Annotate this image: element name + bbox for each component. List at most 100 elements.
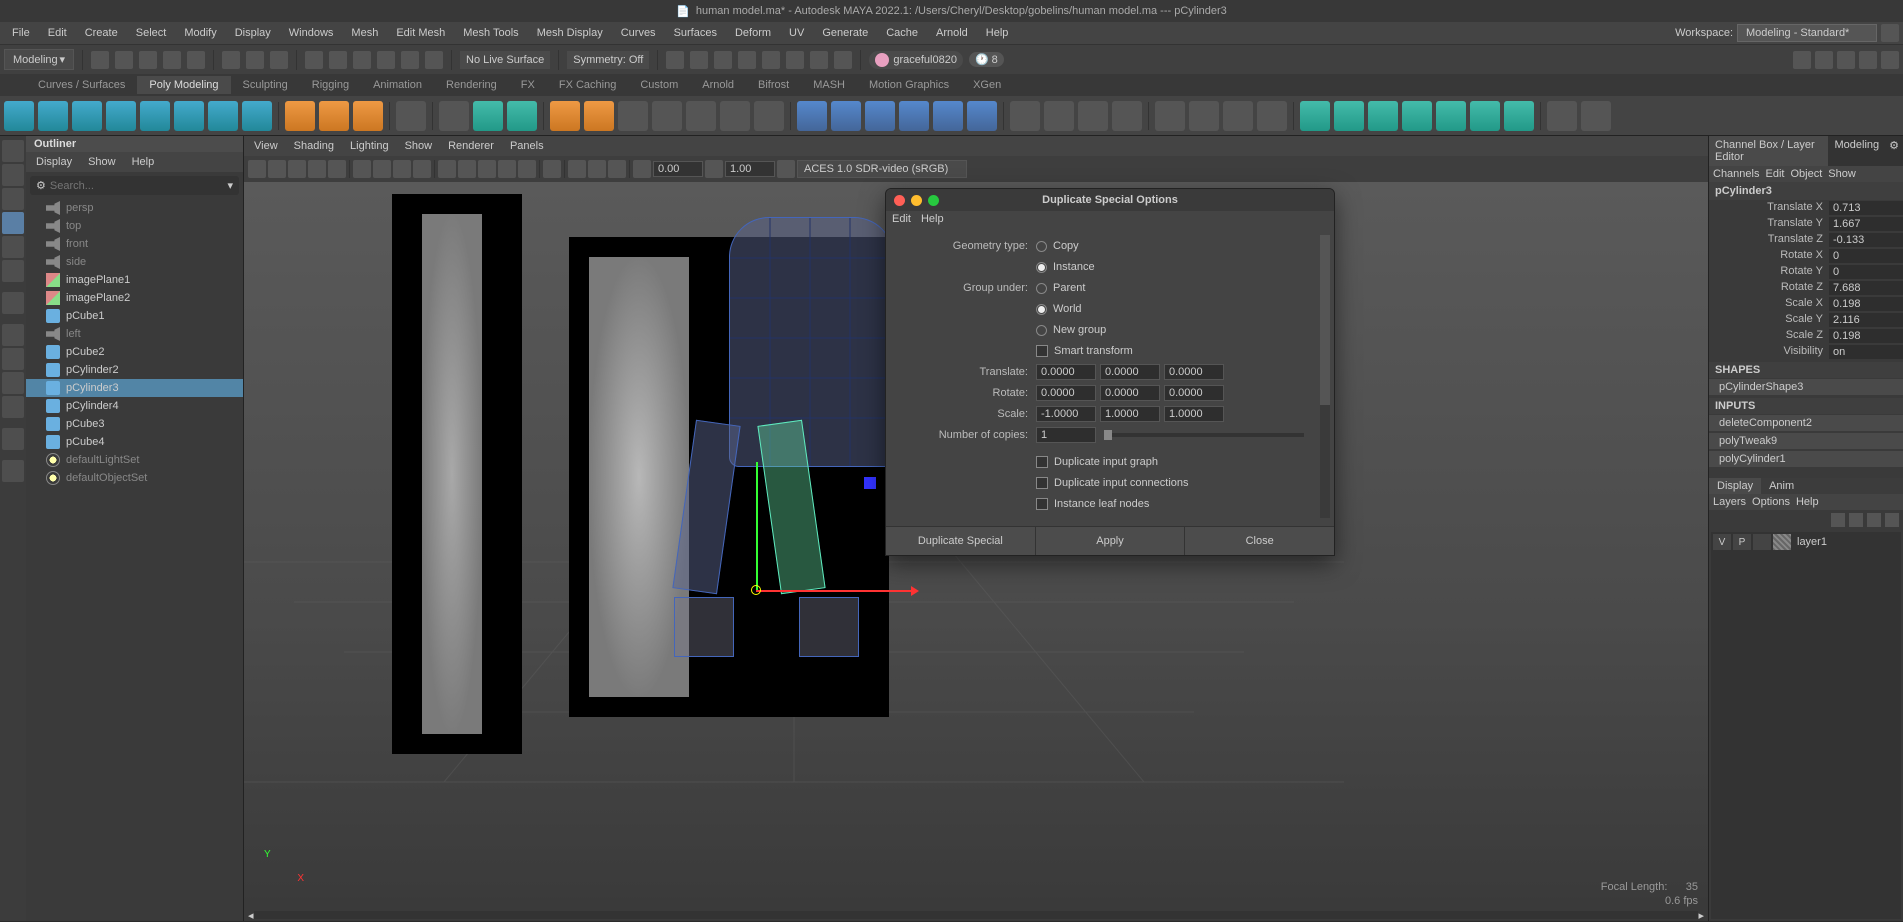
last-tool-icon[interactable] (2, 292, 24, 314)
window-close-icon[interactable] (894, 195, 905, 206)
attr-name[interactable]: Translate X (1709, 201, 1829, 215)
layer-display-type[interactable] (1753, 534, 1771, 550)
retopo-icon-3[interactable] (1368, 101, 1398, 131)
shelf-tab-curves[interactable]: Curves / Surfaces (26, 76, 137, 94)
attr-name[interactable]: Translate Y (1709, 217, 1829, 231)
retopo-icon-7[interactable] (1504, 101, 1534, 131)
menu-help[interactable]: Help (978, 25, 1017, 41)
gizmo-x-axis[interactable] (756, 590, 916, 592)
workspace-selector[interactable]: Modeling - Standard* (1737, 24, 1877, 42)
shelf-tab-xgen[interactable]: XGen (961, 76, 1013, 94)
menu-mesh[interactable]: Mesh (343, 25, 386, 41)
target-weld-icon[interactable] (1044, 101, 1074, 131)
channel-box-object-name[interactable]: pCylinder3 (1709, 182, 1903, 200)
checkbox-inst-leaf[interactable]: Instance leaf nodes (1036, 497, 1149, 511)
vp-menu-panels[interactable]: Panels (504, 138, 550, 154)
scale-tool-icon[interactable] (2, 260, 24, 282)
layer-new-selected-icon[interactable] (1885, 513, 1899, 527)
pause-icon[interactable] (834, 51, 852, 69)
radio-world[interactable]: World (1036, 302, 1082, 316)
menu-display[interactable]: Display (227, 25, 279, 41)
menu-create[interactable]: Create (77, 25, 126, 41)
select-tool-icon[interactable] (2, 140, 24, 162)
search-icon[interactable] (2, 460, 24, 482)
user-badge[interactable]: graceful0820 (869, 51, 963, 69)
layer-color-swatch[interactable] (1773, 534, 1791, 550)
slide-edge-icon[interactable] (1257, 101, 1287, 131)
menu-generate[interactable]: Generate (814, 25, 876, 41)
type-icon[interactable] (319, 101, 349, 131)
snap-point-icon[interactable] (353, 51, 371, 69)
poly-sphere-icon[interactable] (4, 101, 34, 131)
append-icon[interactable] (933, 101, 963, 131)
translate-y[interactable]: 0.0000 (1100, 364, 1160, 380)
input-node-1[interactable]: polyTweak9 (1709, 433, 1903, 449)
shaded-icon[interactable] (458, 160, 476, 178)
attr-name[interactable]: Rotate X (1709, 249, 1829, 263)
tab-modeling-toolkit[interactable]: Modeling (1828, 136, 1885, 166)
construction-plane-icon[interactable] (396, 101, 426, 131)
separate-icon[interactable] (584, 101, 614, 131)
layout-two-side-icon[interactable] (2, 372, 24, 394)
shelf-tab-mash[interactable]: MASH (801, 76, 857, 94)
menu-cache[interactable]: Cache (878, 25, 926, 41)
combine-icon[interactable] (550, 101, 580, 131)
paint-select-icon[interactable] (270, 51, 288, 69)
outliner-item-imagePlane2[interactable]: imagePlane2 (26, 289, 243, 307)
collapse-icon[interactable] (967, 101, 997, 131)
normal-icon-1[interactable] (1547, 101, 1577, 131)
attr-name[interactable]: Translate Z (1709, 233, 1829, 247)
menu-uv[interactable]: UV (781, 25, 812, 41)
open-scene-icon[interactable] (115, 51, 133, 69)
translate-x[interactable]: 0.0000 (1036, 364, 1096, 380)
outliner-item-defaultLightSet[interactable]: defaultLightSet (26, 451, 243, 469)
menu-mesh-display[interactable]: Mesh Display (529, 25, 611, 41)
outliner-item-pCube2[interactable]: pCube2 (26, 343, 243, 361)
retopo-icon-6[interactable] (1470, 101, 1500, 131)
shelf-tab-rigging[interactable]: Rigging (300, 76, 361, 94)
svg-icon[interactable] (353, 101, 383, 131)
rotate-y[interactable]: 0.0000 (1100, 385, 1160, 401)
snap-live-icon[interactable] (401, 51, 419, 69)
attr-value[interactable]: on (1829, 345, 1903, 359)
workspace-icon[interactable] (1881, 24, 1899, 42)
layer-row-1[interactable]: V P layer1 (1711, 532, 1901, 552)
live-surface-toggle[interactable]: No Live Surface (460, 51, 550, 69)
grease-pencil-icon[interactable] (328, 160, 346, 178)
retopo-icon-4[interactable] (1402, 101, 1432, 131)
shelf-tab-arnold[interactable]: Arnold (690, 76, 746, 94)
undo-icon[interactable] (163, 51, 181, 69)
snap-plane-icon[interactable] (377, 51, 395, 69)
layout-four-icon[interactable] (2, 348, 24, 370)
rotate-tool-icon[interactable] (2, 236, 24, 258)
outliner-item-top[interactable]: top (26, 217, 243, 235)
menu-deform[interactable]: Deform (727, 25, 779, 41)
scale-z[interactable]: 1.0000 (1164, 406, 1224, 422)
input-node-2[interactable]: polyCylinder1 (1709, 451, 1903, 467)
layer-new-empty-icon[interactable] (1867, 513, 1881, 527)
toggle-icon[interactable] (810, 51, 828, 69)
duplicate-special-button[interactable]: Duplicate Special (886, 527, 1036, 555)
mesh-foot-left[interactable] (674, 597, 734, 657)
tab-channel-box[interactable]: Channel Box / Layer Editor (1709, 136, 1828, 166)
lights-icon[interactable] (498, 160, 516, 178)
exposure-value[interactable]: 0.00 (653, 161, 703, 177)
menu-mesh-tools[interactable]: Mesh Tools (455, 25, 526, 41)
mode-selector[interactable]: Modeling▾ (4, 49, 74, 70)
menu-edit[interactable]: Edit (40, 25, 75, 41)
scale-y[interactable]: 1.0000 (1100, 406, 1160, 422)
wireframe-icon[interactable] (438, 160, 456, 178)
fill-hole-icon[interactable] (899, 101, 929, 131)
vp-menu-view[interactable]: View (248, 138, 284, 154)
film-gate-icon[interactable] (373, 160, 391, 178)
quad-draw-icon[interactable] (1155, 101, 1185, 131)
bridge-icon[interactable] (831, 101, 861, 131)
mesh-foot-right[interactable] (799, 597, 859, 657)
radio-new-group[interactable]: New group (1036, 323, 1106, 337)
apply-button[interactable]: Apply (1036, 527, 1186, 555)
window-minimize-icon[interactable] (911, 195, 922, 206)
gizmo-y-axis[interactable] (756, 462, 758, 592)
radio-copy[interactable]: Copy (1036, 239, 1079, 253)
layer-visibility-toggle[interactable]: V (1713, 534, 1731, 550)
lasso-icon[interactable] (246, 51, 264, 69)
